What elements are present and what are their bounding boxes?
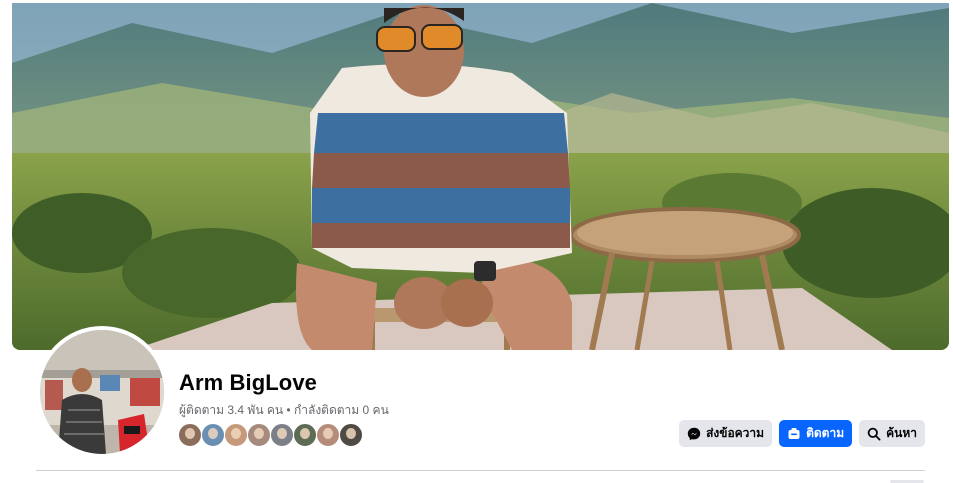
profile-name: Arm BigLove	[179, 370, 318, 395]
cover-image	[12, 3, 949, 350]
follower-avatar[interactable]	[339, 423, 363, 447]
follow-stats[interactable]: ผู้ติดตาม 3.4 พัน คน • กำลังติดตาม 0 คน	[179, 401, 389, 420]
message-button[interactable]: ส่งข้อความ	[679, 420, 773, 447]
follower-avatar[interactable]	[178, 423, 202, 447]
profile-actions: ส่งข้อความ ติดตาม ค้นหา	[679, 420, 925, 447]
profile-avatar[interactable]	[40, 330, 164, 454]
header-divider	[36, 470, 925, 471]
follower-avatar[interactable]	[247, 423, 271, 447]
profile-avatar-ring	[36, 326, 168, 458]
search-icon	[867, 427, 881, 441]
follow-icon	[787, 427, 801, 441]
follower-avatar[interactable]	[270, 423, 294, 447]
follower-avatar[interactable]	[293, 423, 317, 447]
follower-avatar[interactable]	[316, 423, 340, 447]
search-label: ค้นหา	[886, 426, 917, 440]
follower-avatars	[178, 423, 363, 447]
follower-avatar[interactable]	[201, 423, 225, 447]
follow-label: ติดตาม	[806, 426, 845, 440]
avatar-image	[40, 330, 164, 454]
follower-avatar[interactable]	[224, 423, 248, 447]
search-button[interactable]: ค้นหา	[859, 420, 925, 447]
message-label: ส่งข้อความ	[706, 426, 765, 440]
follow-button[interactable]: ติดตาม	[779, 420, 853, 447]
cover-photo[interactable]	[12, 3, 949, 350]
messenger-icon	[687, 427, 701, 441]
